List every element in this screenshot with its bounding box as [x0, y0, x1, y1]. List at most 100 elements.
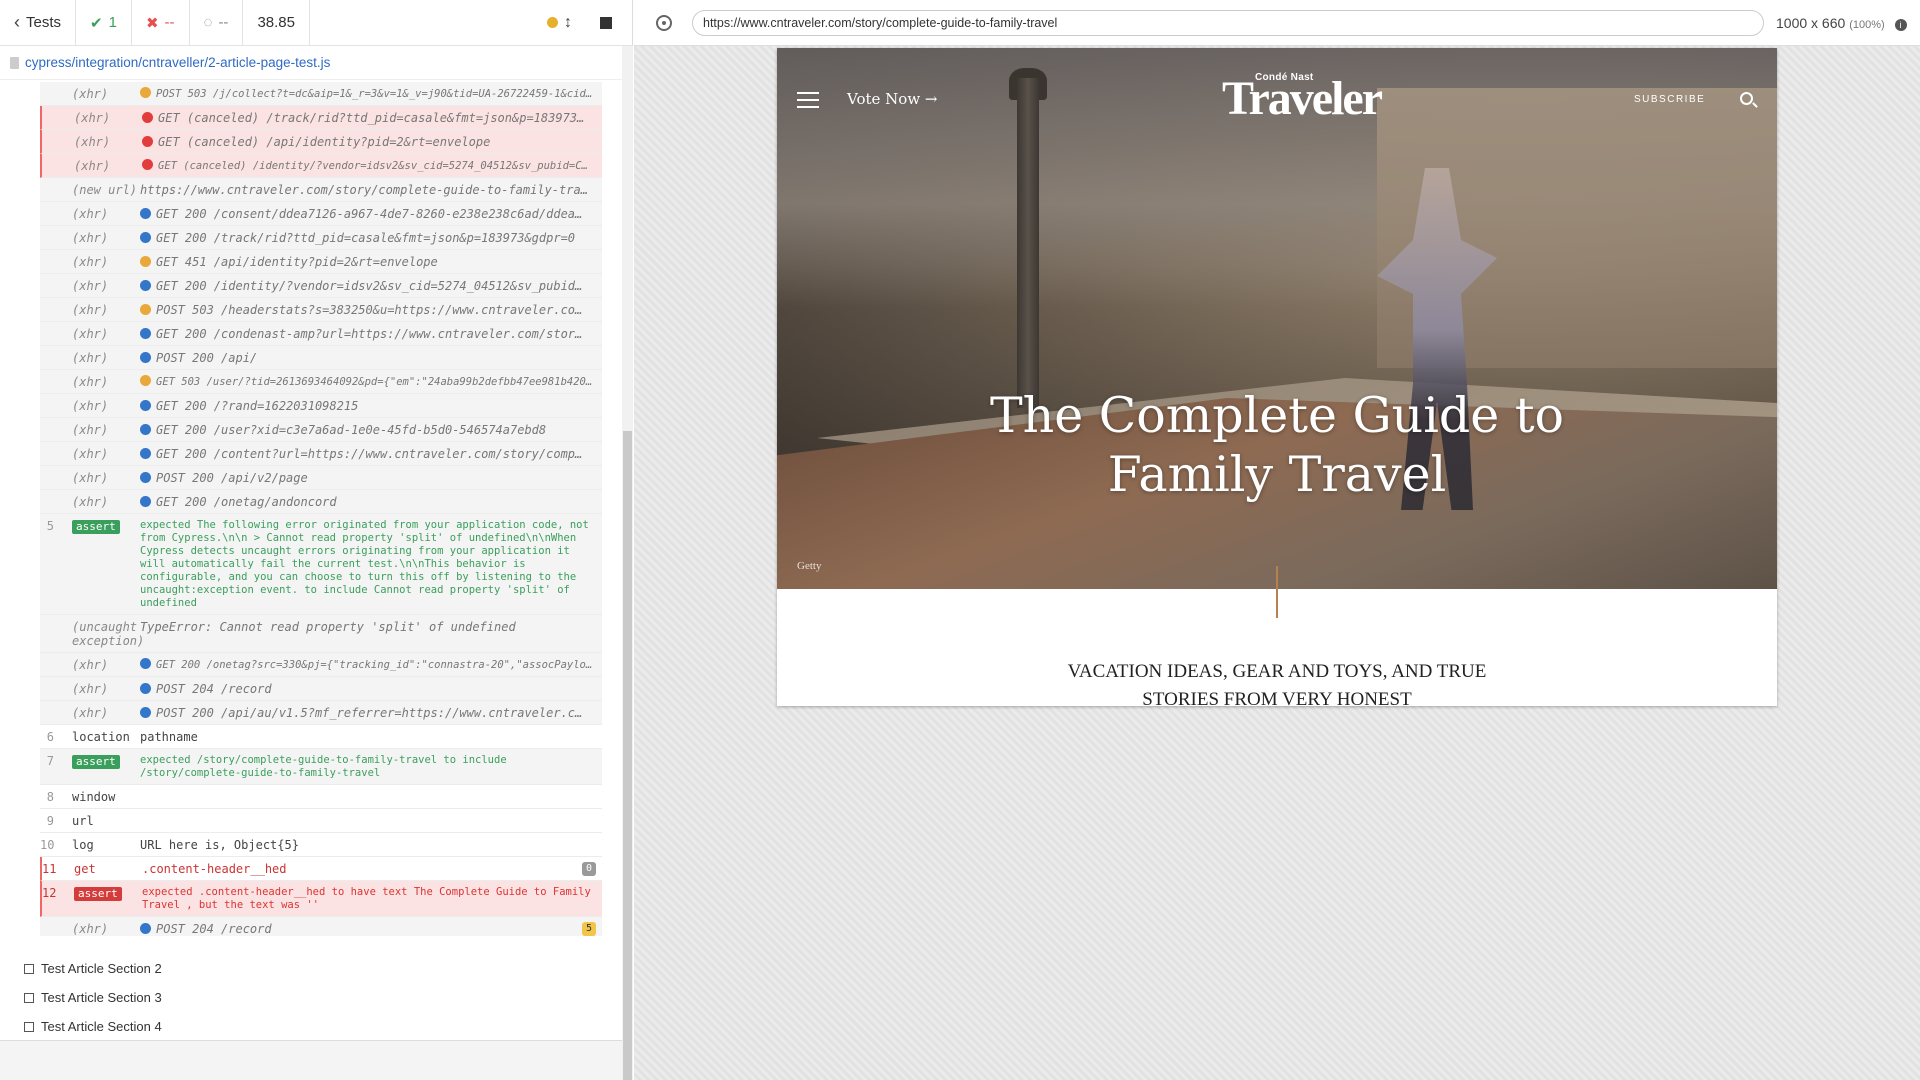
- auto-scroll-toggle[interactable]: ↕: [533, 0, 586, 45]
- assert-row[interactable]: 5 assert expected The following error orig…: [40, 514, 602, 615]
- command-row[interactable]: 9 url: [40, 809, 602, 833]
- assert-message: expected The following error originated …: [140, 519, 589, 609]
- status-dot-icon: [140, 87, 151, 98]
- selector-playground-icon[interactable]: [656, 14, 672, 31]
- command-name: (xhr): [72, 351, 109, 365]
- test-section-item[interactable]: Test Article Section 3: [24, 983, 162, 1012]
- command-row[interactable]: 8 window: [40, 785, 602, 809]
- aut-url-bar[interactable]: https://www.cntraveler.com/story/complet…: [692, 9, 1764, 36]
- vote-now-link[interactable]: Vote Now →: [847, 90, 938, 108]
- command-row[interactable]: (xhr) GET 200 /onetag/andoncord: [40, 490, 602, 514]
- search-icon[interactable]: [1740, 92, 1753, 105]
- command-name: assert: [60, 754, 140, 769]
- command-row[interactable]: (xhr) POST 200 /api/v2/page: [40, 466, 602, 490]
- command-row[interactable]: (xhr) GET (canceled) /identity/?vendor=id…: [40, 154, 602, 178]
- command-row[interactable]: (xhr) GET (canceled) /track/rid?ttd_pid=c…: [40, 106, 602, 130]
- menu-icon[interactable]: [797, 92, 819, 108]
- site-logo-top: Condé Nast: [1255, 72, 1314, 83]
- test-section-item[interactable]: Test Article Section 2: [24, 954, 162, 983]
- command-number: 7: [46, 754, 54, 768]
- command-row[interactable]: (xhr) GET 200 /condenast-amp?url=https://…: [40, 322, 602, 346]
- status-dot-icon: [140, 496, 151, 507]
- status-dot-icon: [140, 304, 151, 315]
- command-row[interactable]: (xhr) GET 200 /consent/ddea7126-a967-4de7…: [40, 202, 602, 226]
- circle-icon: ◌: [203, 14, 213, 31]
- command-name: (xhr): [72, 87, 109, 101]
- command-message: GET (canceled) /api/identity?pid=2&rt=en…: [142, 135, 602, 149]
- failed-count[interactable]: ✖ --: [132, 0, 190, 45]
- command-row[interactable]: 10 log URL here is, Object{5}: [40, 833, 602, 857]
- command-message-text: GET 200 /consent/ddea7126-a967-4de7-8260…: [156, 207, 583, 221]
- command-row[interactable]: 6 location pathname: [40, 725, 602, 749]
- command-row[interactable]: (new url) https://www.cntraveler.com/stor…: [40, 178, 602, 202]
- command-row[interactable]: (xhr) GET 503 /user/?tid=2613693464092&pd…: [40, 370, 602, 394]
- command-row[interactable]: (xhr) POST 503 /j/collect?t=dc&aip=1&_r=3…: [40, 82, 602, 106]
- command-message-text: GET 200 /onetag/andoncord: [156, 495, 337, 509]
- status-dot-icon: [140, 232, 151, 243]
- assert-row[interactable]: 7 assert expected /story/complete-guide-to…: [40, 749, 602, 785]
- file-icon: [10, 56, 19, 69]
- command-row[interactable]: (xhr) POST 204 /record 5: [40, 917, 602, 936]
- reporter-toolbar: ‹ Tests ✔ 1 ✖ -- ◌ -- 38.85 ↕: [0, 0, 632, 46]
- command-message-text: GET (canceled) /identity/?vendor=idsv2&s…: [158, 160, 601, 172]
- status-dot-icon: [140, 352, 151, 363]
- spec-file-link[interactable]: cypress/integration/cntraveller/2-articl…: [0, 46, 632, 80]
- command-message-text: POST 200 /api/au/v1.5?mf_referrer=https:…: [156, 706, 583, 720]
- status-dot-icon: [142, 112, 153, 123]
- command-name: (xhr): [72, 375, 109, 389]
- command-number: 9: [46, 814, 54, 828]
- command-name: get: [74, 862, 96, 876]
- tests-button[interactable]: ‹ Tests: [0, 0, 77, 45]
- stop-button[interactable]: [586, 0, 632, 45]
- command-message-text: POST 503 /headerstats?s=383250&u=https:/…: [156, 303, 583, 317]
- command-row[interactable]: (xhr) POST 200 /api/au/v1.5?mf_referrer=h…: [40, 701, 602, 725]
- command-row[interactable]: (uncaught exception) TypeError: Cannot re…: [40, 615, 602, 653]
- command-row[interactable]: (xhr) GET 200 /track/rid?ttd_pid=casale&f…: [40, 226, 602, 250]
- status-dot-icon: [140, 923, 151, 934]
- command-row[interactable]: (xhr) GET 200 /identity/?vendor=idsv2&sv_…: [40, 274, 602, 298]
- info-icon[interactable]: i: [1894, 18, 1907, 31]
- running-indicator-icon: [547, 17, 558, 28]
- status-dot-icon: [140, 448, 151, 459]
- command-message-text: GET (canceled) /track/rid?ttd_pid=casale…: [158, 111, 585, 125]
- command-message-text: GET (canceled) /api/identity?pid=2&rt=en…: [158, 135, 491, 149]
- command-row[interactable]: (xhr) GET 200 /?rand=1622031098215: [40, 394, 602, 418]
- command-row[interactable]: (xhr) GET 200 /user?xid=c3e7a6ad-1e0e-45f…: [40, 418, 602, 442]
- command-row[interactable]: (xhr) GET 200 /content?url=https://www.cn…: [40, 442, 602, 466]
- command-row[interactable]: (xhr) GET 200 /onetag?src=330&pj={"tracki…: [40, 653, 602, 677]
- command-message: GET 503 /user/?tid=2613693464092&pd={"em…: [140, 375, 602, 389]
- command-message-text: https://www.cntraveler.com/story/complet…: [140, 183, 588, 197]
- assert-row[interactable]: 12 assert expected .content-header__hed to…: [40, 881, 602, 917]
- command-name: (xhr): [74, 159, 111, 173]
- command-message: https://www.cntraveler.com/story/complet…: [140, 183, 602, 197]
- command-row[interactable]: (xhr) POST 200 /api/: [40, 346, 602, 370]
- test-section-item[interactable]: Test Article Section 4: [24, 1012, 162, 1041]
- command-row[interactable]: (xhr) GET (canceled) /api/identity?pid=2&…: [40, 130, 602, 154]
- command-message: GET 200 /consent/ddea7126-a967-4de7-8260…: [140, 207, 602, 221]
- reporter-scrollbar[interactable]: [622, 46, 633, 1080]
- command-name: (xhr): [72, 706, 109, 720]
- command-name: (uncaught exception): [72, 620, 145, 648]
- command-row[interactable]: (xhr) POST 204 /record: [40, 677, 602, 701]
- aut-header: https://www.cntraveler.com/story/complet…: [634, 0, 1920, 46]
- command-name: (xhr): [72, 231, 109, 245]
- command-name: assert: [62, 886, 142, 901]
- passed-count[interactable]: ✔ 1: [76, 0, 132, 45]
- pending-count[interactable]: ◌ --: [190, 0, 244, 45]
- reporter-panel: ‹ Tests ✔ 1 ✖ -- ◌ -- 38.85 ↕ cypress/in…: [0, 0, 633, 1080]
- chevron-left-icon: ‹: [14, 12, 20, 32]
- command-message: GET (canceled) /track/rid?ttd_pid=casale…: [142, 111, 602, 125]
- command-message: GET 200 /?rand=1622031098215: [140, 399, 602, 413]
- command-count-badge: 5: [581, 922, 596, 936]
- command-row[interactable]: 11 get .content-header__hed 0: [40, 857, 602, 881]
- command-log: (xhr) POST 503 /j/collect?t=dc&aip=1&_r=3…: [40, 82, 602, 936]
- command-row[interactable]: (xhr) POST 503 /headerstats?s=383250&u=ht…: [40, 298, 602, 322]
- subscribe-link[interactable]: SUBSCRIBE: [1634, 94, 1705, 105]
- status-dot-icon: [140, 424, 151, 435]
- command-message: GET 200 /condenast-amp?url=https://www.c…: [140, 327, 602, 341]
- scrollbar-thumb[interactable]: [623, 431, 632, 1080]
- command-message: GET 200 /content?url=https://www.cntrave…: [140, 447, 602, 461]
- status-dot-icon: [140, 400, 151, 411]
- test-section-label: Test Article Section 3: [41, 990, 162, 1005]
- command-row[interactable]: (xhr) GET 451 /api/identity?pid=2&rt=enve…: [40, 250, 602, 274]
